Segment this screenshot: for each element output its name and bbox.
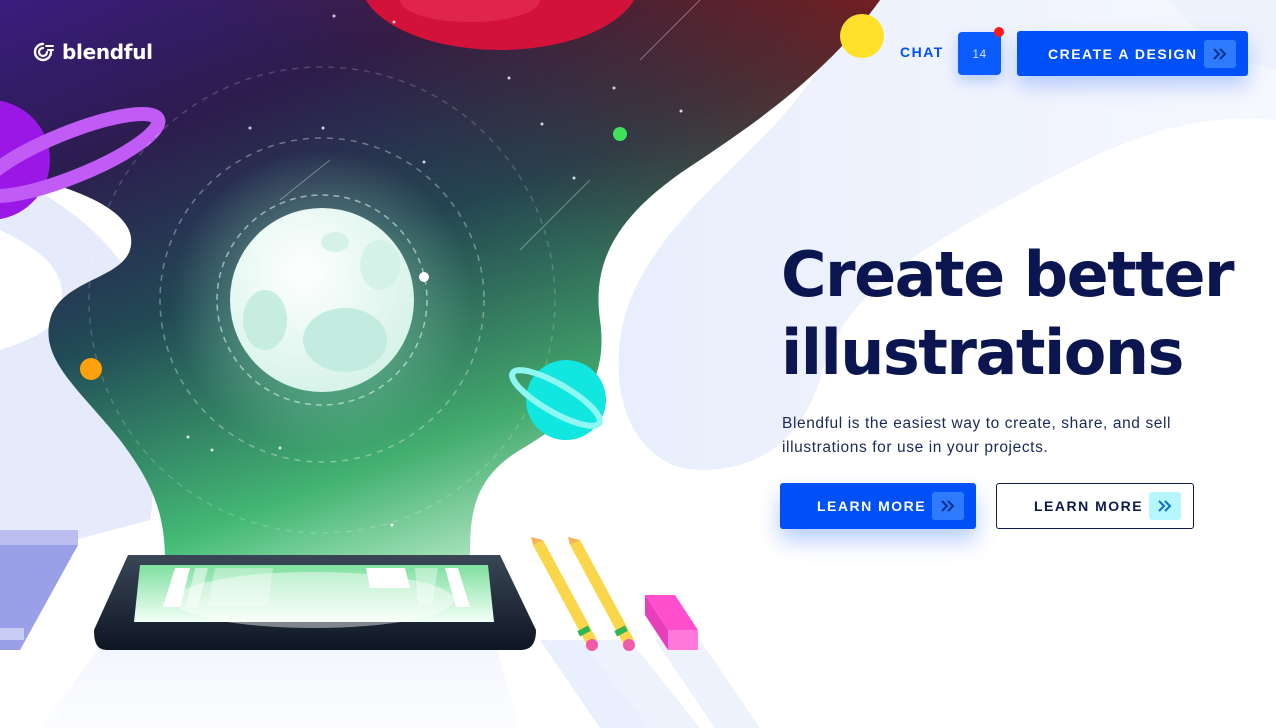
headline-line-1: Create better [781, 238, 1235, 311]
create-design-button[interactable]: CREATE A DESIGN [1017, 31, 1248, 76]
chevron-double-right-icon [1204, 39, 1236, 68]
learn-more-primary-label: LEARN MORE [817, 498, 927, 514]
learn-more-secondary-label: LEARN MORE [1034, 498, 1144, 514]
brand-logo[interactable]: blendful [32, 40, 153, 64]
learn-more-secondary-button[interactable]: LEARN MORE [996, 483, 1194, 529]
brand-name: blendful [62, 40, 153, 64]
chat-link[interactable]: CHAT [900, 44, 944, 60]
notification-dot [994, 27, 1004, 37]
hero-subtext: Blendful is the easiest way to create, s… [782, 415, 1172, 456]
chevron-double-right-icon [1149, 492, 1181, 520]
headline-line-2: illustrations [781, 316, 1184, 389]
create-design-label: CREATE A DESIGN [1048, 45, 1198, 62]
hero-headline: Create better illustrations [781, 236, 1251, 392]
learn-more-primary-button[interactable]: LEARN MORE [780, 483, 976, 529]
chat-count-badge[interactable]: 14 [958, 27, 1004, 75]
chevron-double-right-icon [932, 492, 964, 520]
chat-count: 14 [972, 46, 987, 61]
blendful-logo-icon [33, 42, 54, 62]
